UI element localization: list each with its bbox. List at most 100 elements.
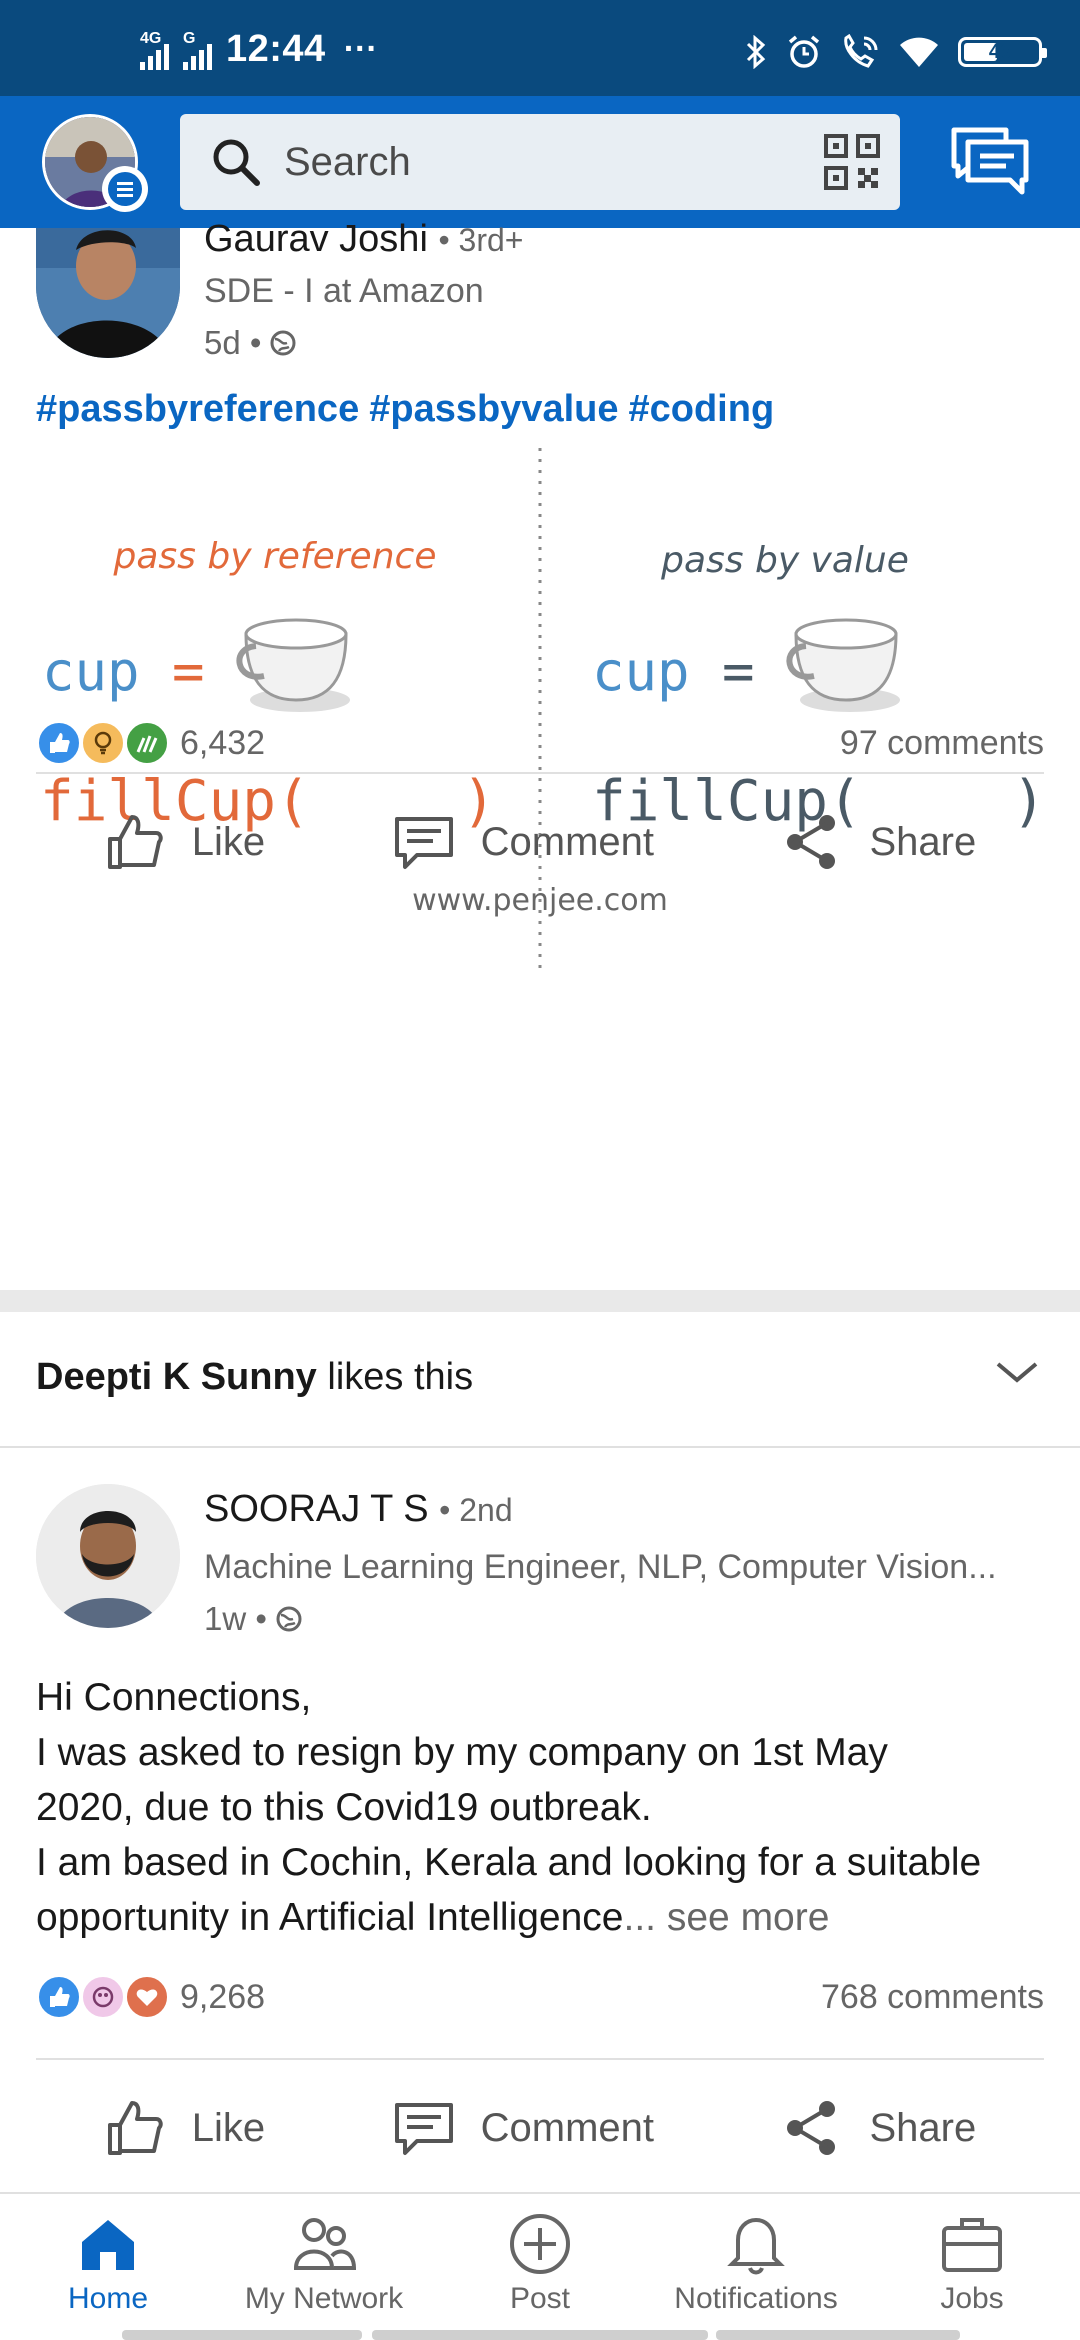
network-label-4g: 4G [140, 29, 162, 47]
feed-separator [0, 1290, 1080, 1312]
hashtag-link[interactable]: #coding [628, 388, 774, 430]
reactions-count: 9,268 [180, 1977, 266, 2016]
alarm-icon [788, 35, 820, 68]
insightful-reaction-icon [80, 720, 126, 766]
gesture-bar [716, 2330, 960, 2340]
author-photo [36, 228, 180, 358]
left-equals: = [172, 640, 205, 703]
signal-g: G [183, 30, 212, 70]
comment-icon [394, 2103, 453, 2155]
like-label: Like [191, 819, 266, 864]
share-button[interactable]: Share [781, 811, 976, 873]
wifi-icon [900, 37, 938, 67]
bell-icon [727, 2217, 785, 2275]
globe-icon [276, 1606, 302, 1632]
search-icon [213, 139, 260, 186]
comment-label: Comment [480, 2105, 654, 2150]
like-button[interactable]: Like [104, 2097, 265, 2159]
comment-label: Comment [480, 819, 654, 864]
author-headline: Machine Learning Engineer, NLP, Computer… [204, 1548, 997, 1586]
social-action: likes this [316, 1356, 474, 1398]
curious-reaction-icon [80, 1974, 126, 2020]
post-line: Hi Connections, [36, 1676, 312, 1719]
nav-my-network[interactable]: My Network [214, 2212, 434, 2316]
post-hashtags: #passbyreference #passbyvalue #coding [36, 388, 784, 431]
share-label: Share [869, 819, 977, 864]
signal-4g: 4G [140, 30, 169, 70]
post-body: Hi Connections, I was asked to resign by… [36, 1670, 1046, 1945]
my-network-icon [293, 2218, 356, 2270]
divider [36, 772, 1044, 774]
messaging-icon[interactable] [950, 126, 1030, 198]
right-title: pass by value [660, 540, 909, 581]
share-icon [787, 2101, 836, 2155]
add-post-icon [510, 2214, 570, 2274]
post-line: I am based in Cochin, Kerala and looking… [36, 1841, 982, 1884]
love-reaction-icon [124, 1974, 170, 2020]
post-actions: Like Comment Share [0, 782, 1080, 902]
post-time: 5d • [204, 324, 262, 361]
comments-count[interactable]: 768 comments [821, 1978, 1044, 2017]
reactions-summary[interactable]: 6,432 [36, 720, 265, 766]
author-name[interactable]: Gaurav Joshi • 3rd+ [204, 218, 523, 261]
status-bar: 4G G 12:44 ··· 46 [0, 0, 1080, 96]
search-bar[interactable] [180, 114, 900, 210]
bluetooth-icon [746, 35, 766, 69]
share-button[interactable]: Share [781, 2097, 976, 2159]
battery-icon: 46 [958, 37, 1047, 67]
celebrate-reaction-icon [124, 720, 170, 766]
connection-degree: • 2nd [439, 1492, 513, 1528]
comment-button[interactable]: Comment [393, 2097, 654, 2159]
like-button[interactable]: Like [104, 811, 265, 873]
nav-jobs-label: Jobs [940, 2282, 1004, 2315]
left-title: pass by reference [113, 536, 437, 577]
social-actor-name[interactable]: Deepti K Sunny [36, 1356, 317, 1398]
post-timestamp: 1w • [204, 1600, 303, 1638]
nav-jobs[interactable]: Jobs [862, 2212, 1080, 2316]
social-context: Deepti K Sunny likes this [0, 1312, 1080, 1446]
bottom-navigation: Home My Network Post Notifications Jobs [0, 2192, 1080, 2340]
author-name-text[interactable]: Gaurav Joshi [204, 218, 428, 260]
nav-post-label: Post [509, 2282, 571, 2315]
post-line: 2020, due to this Covid19 outbreak. [36, 1786, 652, 1829]
comment-button[interactable]: Comment [393, 811, 654, 873]
clock: 12:44 [226, 28, 326, 70]
hashtag-link[interactable]: #passbyreference [36, 388, 359, 430]
hashtag-link[interactable]: #passbyvalue [369, 388, 618, 430]
wifi-calling-icon [844, 34, 878, 68]
nav-notifications[interactable]: Notifications [646, 2212, 866, 2316]
like-reaction-icon [36, 720, 82, 766]
right-cup-text: cup [592, 640, 690, 703]
menu-badge-icon[interactable] [102, 166, 148, 212]
status-right: 46 [744, 34, 1047, 70]
post-line: opportunity in Artificial Intelligence [36, 1896, 624, 1939]
left-cup-text: cup [42, 640, 140, 703]
author-name-text[interactable]: SOORAJ T S [204, 1488, 429, 1530]
battery-level: 46 [988, 40, 1012, 63]
post-time: 1w • [204, 1600, 267, 1637]
nav-post[interactable]: Post [430, 2212, 650, 2316]
reactions-summary[interactable]: 9,268 [36, 1974, 265, 2020]
author-headline: SDE - I at Amazon [204, 272, 484, 310]
like-icon [107, 2101, 163, 2155]
search-input[interactable] [284, 139, 784, 185]
coffee-cup-icon [236, 618, 350, 712]
gesture-bar [372, 2330, 708, 2340]
author-name[interactable]: SOORAJ T S • 2nd [204, 1488, 513, 1531]
right-equals: = [722, 640, 755, 703]
like-reaction-icon [36, 1974, 82, 2020]
nav-notifications-label: Notifications [674, 2282, 838, 2315]
chevron-down-icon[interactable] [992, 1352, 1042, 1392]
qr-code-icon[interactable] [824, 134, 880, 190]
social-context-text: Deepti K Sunny likes this [36, 1356, 473, 1399]
post-line: I was asked to resign by my company on 1… [36, 1731, 888, 1774]
comments-count[interactable]: 97 comments [840, 724, 1044, 763]
see-more-link[interactable]: see more [656, 1896, 830, 1939]
share-icon [787, 815, 836, 869]
nav-home[interactable]: Home [0, 2212, 218, 2316]
author-avatar[interactable] [36, 228, 180, 358]
nav-home-label: Home [67, 2282, 149, 2315]
author-avatar[interactable] [36, 1484, 180, 1628]
post-timestamp: 5d • [204, 324, 297, 362]
author-photo [36, 1484, 180, 1628]
